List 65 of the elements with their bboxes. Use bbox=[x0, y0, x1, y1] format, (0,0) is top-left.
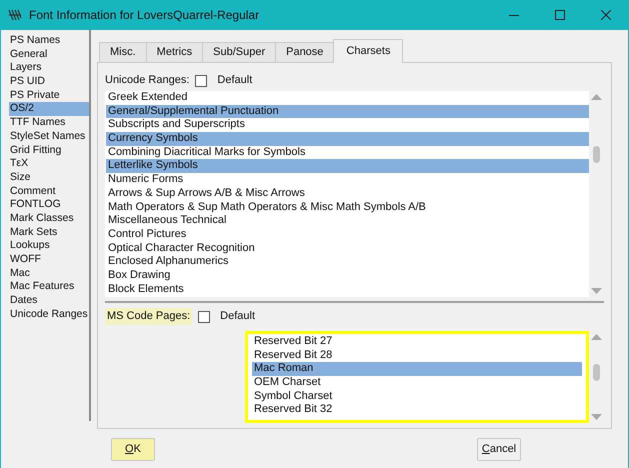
sidebar-item[interactable]: OS/2 bbox=[9, 102, 89, 116]
scrollbar-thumb[interactable] bbox=[593, 364, 600, 381]
scroll-down-icon[interactable] bbox=[591, 288, 602, 295]
dialog-button[interactable]: OK bbox=[111, 438, 155, 460]
close-icon bbox=[601, 10, 611, 20]
maximize-icon bbox=[555, 10, 565, 20]
sidebar-item[interactable]: Size bbox=[9, 170, 89, 185]
tab[interactable]: Panose bbox=[275, 42, 334, 63]
sidebar-item[interactable]: Unicode Ranges bbox=[9, 308, 89, 322]
sidebar-item[interactable]: Dates bbox=[9, 294, 89, 308]
scrollbar-thumb[interactable] bbox=[593, 146, 600, 163]
sidebar-item[interactable]: Layers bbox=[9, 61, 89, 76]
checkbox-label: Default bbox=[217, 73, 252, 88]
sidebar-item[interactable]: Mark Sets bbox=[9, 226, 89, 240]
list-item[interactable]: Optical Character Recognition bbox=[106, 242, 589, 256]
sidebar-item[interactable]: StyleSet Names bbox=[9, 130, 89, 144]
list-item[interactable]: General/Supplemental Punctuation bbox=[106, 104, 589, 118]
dialog-button[interactable]: Cancel bbox=[477, 438, 521, 460]
list-item[interactable]: Letterlike Symbols bbox=[106, 159, 589, 174]
list-item[interactable]: Box Drawing bbox=[106, 268, 589, 283]
scroll-up-icon[interactable] bbox=[591, 333, 602, 340]
sidebar-item[interactable]: Mac Features bbox=[9, 280, 89, 294]
sidebar-item[interactable]: General bbox=[9, 48, 89, 62]
sidebar-item[interactable]: PS UID bbox=[9, 75, 89, 89]
list-item[interactable]: Greek Extended bbox=[106, 91, 589, 105]
sidebar-item[interactable]: FONTLOG bbox=[9, 198, 89, 212]
ms-code-pages-label: MS Code Pages: bbox=[105, 308, 192, 325]
list-item[interactable]: Miscellaneous Technical bbox=[106, 214, 589, 228]
sidebar-item[interactable]: PS Names bbox=[9, 34, 89, 48]
tab[interactable]: Metrics bbox=[146, 42, 204, 63]
unicode-ranges-label: Unicode Ranges: bbox=[105, 73, 190, 88]
checkbox[interactable] bbox=[195, 74, 208, 86]
sidebar-item[interactable]: TTF Names bbox=[9, 116, 89, 130]
checkbox[interactable] bbox=[198, 310, 210, 322]
sidebar-item[interactable]: PS Private bbox=[9, 88, 89, 102]
sidebar-item[interactable]: Mac bbox=[9, 266, 89, 280]
app-icon bbox=[8, 8, 22, 22]
list-item[interactable]: Subscripts and Superscripts bbox=[106, 118, 589, 132]
list-item[interactable]: Control Pictures bbox=[106, 228, 589, 242]
list-item[interactable]: Symbol Charset bbox=[252, 390, 582, 404]
list-item[interactable]: Combining Diacritical Marks for Symbols bbox=[106, 146, 589, 160]
list-item[interactable]: Enclosed Alphanumerics bbox=[106, 255, 589, 269]
list-item[interactable]: Reserved Bit 27 bbox=[252, 335, 582, 349]
list-item[interactable]: Math Operators & Sup Math Operators & Misc Math Symbols A/B bbox=[106, 200, 589, 214]
list-item[interactable]: Currency Symbols bbox=[106, 132, 589, 146]
list-item[interactable]: OEM Charset bbox=[252, 376, 582, 390]
scroll-up-icon[interactable] bbox=[591, 93, 602, 100]
sidebar-item[interactable]: Lookups bbox=[9, 239, 89, 253]
sidebar-item[interactable]: WOFF bbox=[9, 253, 89, 267]
list-item[interactable]: Block Elements bbox=[106, 282, 589, 296]
tab[interactable]: Sub/Super bbox=[202, 42, 276, 63]
tab[interactable]: Charsets bbox=[333, 39, 404, 63]
scroll-down-icon[interactable] bbox=[591, 414, 602, 421]
sidebar-item[interactable]: Grid Fitting bbox=[9, 144, 89, 158]
list-item[interactable]: Reserved Bit 32 bbox=[252, 403, 582, 418]
list-item[interactable]: Reserved Bit 28 bbox=[252, 348, 582, 362]
list-item[interactable]: Mac Roman bbox=[252, 362, 582, 376]
window-title: Font Information for LoversQuarrel-Regular bbox=[29, 7, 260, 24]
tab[interactable]: Misc. bbox=[99, 42, 147, 63]
checkbox-label: Default bbox=[220, 309, 256, 324]
sidebar-item[interactable]: TεX bbox=[9, 157, 89, 171]
sidebar-item[interactable]: Mark Classes bbox=[9, 212, 89, 226]
list-item[interactable]: Numeric Forms bbox=[106, 173, 589, 187]
list-item[interactable]: Arrows & Sup Arrows A/B & Misc Arrows bbox=[106, 186, 589, 200]
sidebar-item[interactable]: Comment bbox=[9, 184, 89, 198]
